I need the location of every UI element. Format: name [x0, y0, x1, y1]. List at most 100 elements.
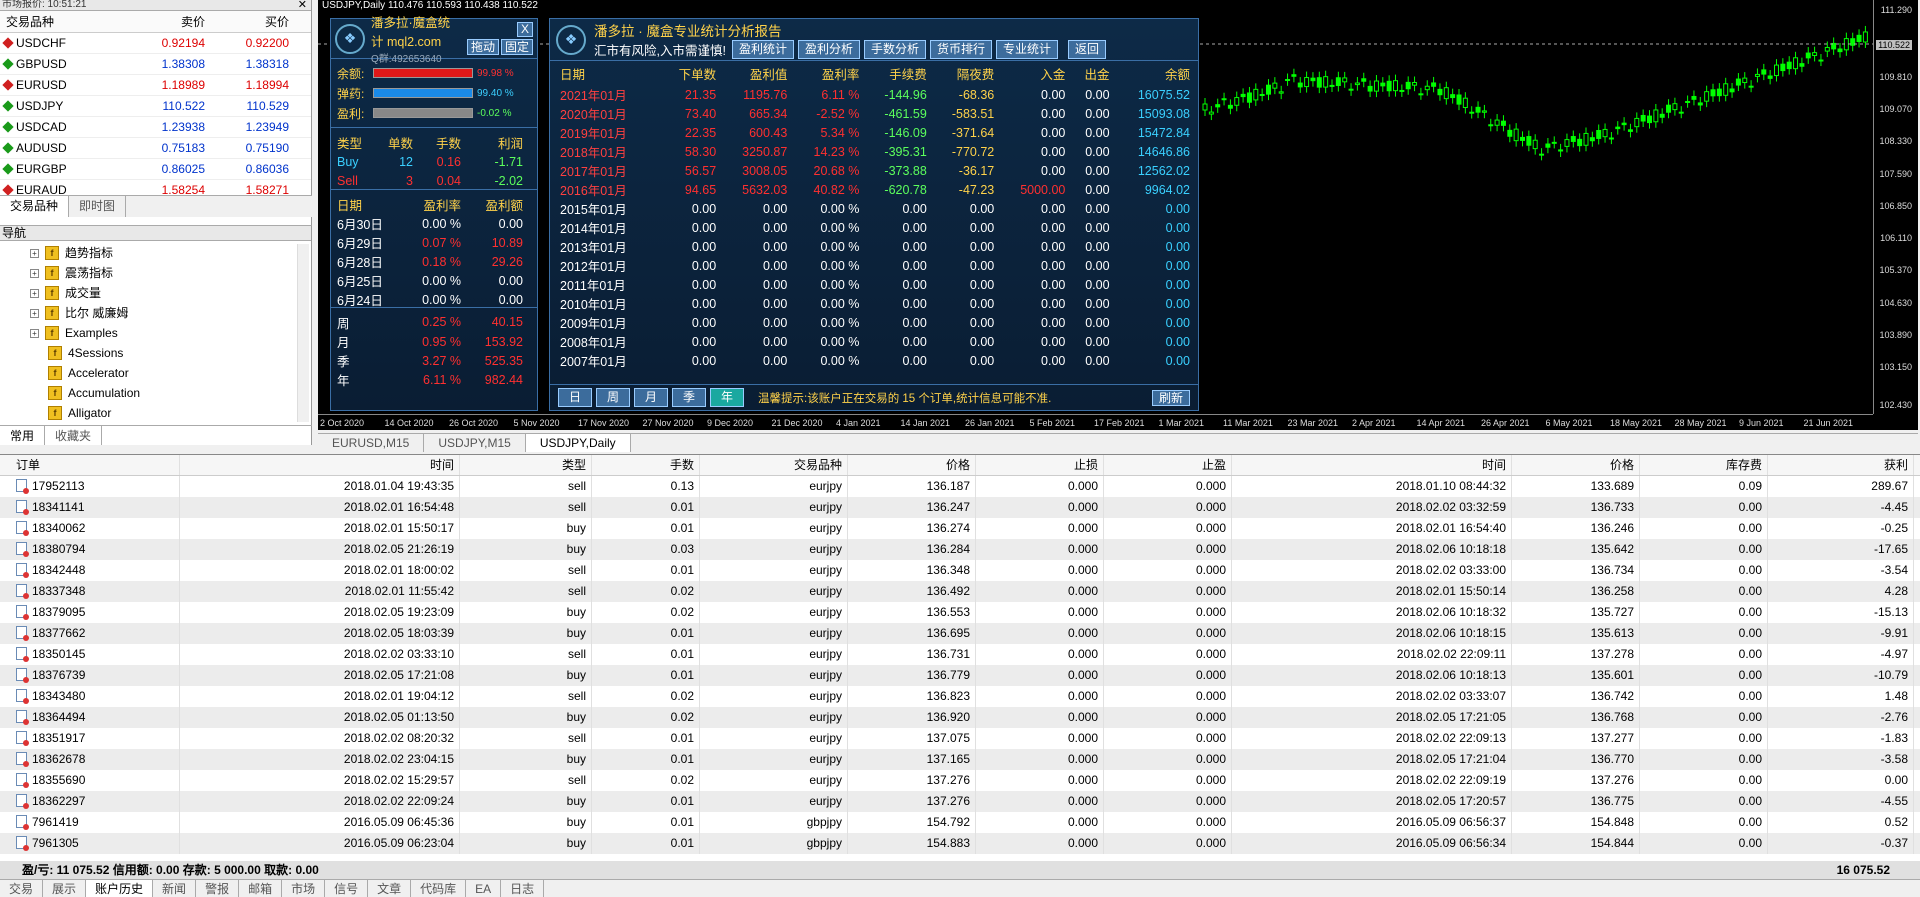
- navigator-item[interactable]: f 4Sessions: [0, 343, 311, 363]
- navigator-item[interactable]: + f 成交量: [0, 283, 311, 303]
- table-cell: 0.01: [592, 644, 700, 665]
- terminal-tab[interactable]: 文章: [368, 880, 412, 897]
- table-row[interactable]: 18379095 2018.02.05 19:23:09 buy 0.02 eurjpy…: [0, 602, 1920, 623]
- table-row[interactable]: 18364494 2018.02.05 01:13:50 buy 0.02 eurjpy…: [0, 707, 1920, 728]
- table-row[interactable]: 18350145 2018.02.02 03:33:10 sell 0.01 eurjp…: [0, 644, 1920, 665]
- terminal-tab[interactable]: 新闻: [153, 880, 197, 897]
- column-header[interactable]: 获利: [1768, 455, 1914, 475]
- table-cell: 0.00: [498, 216, 523, 231]
- col-symbol[interactable]: 交易品种: [0, 11, 124, 32]
- table-row[interactable]: 18380794 2018.02.05 21:26:19 buy 0.03 eurjpy…: [0, 539, 1920, 560]
- list-item[interactable]: GBPUSD 1.38308 1.38318: [0, 54, 311, 75]
- column-header[interactable]: 价格: [848, 455, 976, 475]
- chart-tab[interactable]: EURUSD,M15: [318, 434, 425, 452]
- period-tab[interactable]: 周: [596, 388, 630, 407]
- table-row[interactable]: 18355690 2018.02.02 15:29:57 sell 0.02 eurjp…: [0, 770, 1920, 791]
- terminal-tab[interactable]: 信号: [325, 880, 369, 897]
- column-header[interactable]: 止损: [976, 455, 1104, 475]
- column-header[interactable]: 库存费: [1640, 455, 1768, 475]
- navigator-item[interactable]: f Accumulation: [0, 383, 311, 403]
- report-button[interactable]: 盈利分析: [797, 40, 860, 59]
- expand-icon[interactable]: +: [30, 268, 39, 278]
- column-header[interactable]: 止盈: [1104, 455, 1232, 475]
- table-cell: 135.601: [1512, 665, 1640, 686]
- table-row[interactable]: 18362297 2018.02.02 22:09:24 buy 0.01 eurjpy…: [0, 791, 1920, 812]
- navigator-item[interactable]: f Accelerator: [0, 363, 311, 383]
- tab-symbols[interactable]: 交易品种: [0, 196, 70, 217]
- expand-icon[interactable]: +: [30, 288, 39, 298]
- report-button[interactable]: 盈利统计: [731, 40, 794, 59]
- drag-button[interactable]: 拖动: [466, 39, 499, 55]
- table-row[interactable]: 18343480 2018.02.01 19:04:12 sell 0.02 eurjp…: [0, 686, 1920, 707]
- terminal-tab[interactable]: 市场: [282, 880, 326, 897]
- stats-mini-panel[interactable]: ❖ 潘多拉·魔盒统计 mql2.com Q群:492653640 X 拖动 固定 …: [330, 16, 538, 411]
- tab-favorites[interactable]: 收藏夹: [45, 426, 103, 445]
- date-tick: 1 Mar 2021: [1158, 418, 1205, 428]
- close-icon[interactable]: ✕: [298, 0, 307, 11]
- period-tab[interactable]: 月: [634, 388, 668, 407]
- period-tab[interactable]: 年: [710, 388, 744, 407]
- table-cell: 0.00: [1640, 770, 1768, 791]
- list-item[interactable]: USDJPY 110.522 110.529: [0, 96, 311, 117]
- terminal-tab[interactable]: 展示: [43, 880, 87, 897]
- table-cell: 0.00 %: [820, 315, 860, 330]
- list-item[interactable]: EURUSD 1.18989 1.18994: [0, 75, 311, 96]
- report-panel[interactable]: ❖ 潘多拉 · 魔盒专业统计分析报告 汇市有风险,入市需谨慎! 盈利统计 盈利分析…: [549, 18, 1199, 411]
- terminal-tab[interactable]: 账户历史: [86, 880, 154, 897]
- table-row[interactable]: 17952113 2018.01.04 19:43:35 sell 0.13 eurjp…: [0, 476, 1920, 497]
- terminal-tab[interactable]: 交易: [0, 880, 44, 897]
- navigator-title: 导航: [0, 226, 311, 241]
- table-row[interactable]: 18340062 2018.02.01 15:50:17 buy 0.01 eurjpy…: [0, 518, 1920, 539]
- table-row[interactable]: 18362678 2018.02.02 23:04:15 buy 0.01 eurjpy…: [0, 749, 1920, 770]
- chart-tab[interactable]: USDJPY,Daily: [525, 434, 631, 452]
- column-header[interactable]: 价格: [1512, 455, 1640, 475]
- report-button[interactable]: 手数分析: [863, 40, 926, 59]
- period-tab[interactable]: 日: [558, 388, 592, 407]
- report-button[interactable]: 专业统计: [996, 40, 1059, 59]
- navigator-item[interactable]: + f 比尔 威廉姆: [0, 303, 311, 323]
- column-header[interactable]: 时间: [1232, 455, 1512, 475]
- period-tab[interactable]: 季: [672, 388, 706, 407]
- terminal-tab[interactable]: 代码库: [411, 880, 467, 897]
- list-item[interactable]: USDCAD 1.23938 1.23949: [0, 117, 311, 138]
- col-bid[interactable]: 卖价: [124, 11, 208, 32]
- arrow-up-icon: [2, 163, 14, 175]
- navigator-item[interactable]: + f Examples: [0, 323, 311, 343]
- terminal-tab[interactable]: 日志: [501, 880, 545, 897]
- terminal-tab[interactable]: 邮箱: [239, 880, 283, 897]
- navigator-item[interactable]: + f 趋势指标: [0, 243, 311, 263]
- fix-button[interactable]: 固定: [500, 39, 533, 55]
- close-button[interactable]: X: [516, 22, 533, 37]
- table-row[interactable]: 18342448 2018.02.01 18:00:02 sell 0.01 eurjp…: [0, 560, 1920, 581]
- column-header[interactable]: 手数: [592, 455, 700, 475]
- expand-icon[interactable]: +: [30, 248, 39, 258]
- list-item[interactable]: EURGBP 0.86025 0.86036: [0, 159, 311, 180]
- refresh-button[interactable]: 刷新: [1151, 389, 1190, 406]
- column-header[interactable]: 订单: [0, 455, 180, 475]
- tab-common[interactable]: 常用: [0, 426, 46, 445]
- table-row[interactable]: 18351917 2018.02.02 08:20:32 sell 0.01 eurjp…: [0, 728, 1920, 749]
- navigator-item[interactable]: + f 震荡指标: [0, 263, 311, 283]
- chart-tab[interactable]: USDJPY,M15: [424, 434, 526, 452]
- col-ask[interactable]: 买价: [208, 11, 292, 32]
- table-row[interactable]: 7961419 2016.05.09 06:45:36 buy 0.01 gbpjpy 1…: [0, 812, 1920, 833]
- column-header[interactable]: 交易品种: [700, 455, 848, 475]
- report-button[interactable]: 货币排行: [930, 40, 993, 59]
- terminal-tab[interactable]: 警报: [196, 880, 240, 897]
- table-row[interactable]: 18341141 2018.02.01 16:54:48 sell 0.01 eurjp…: [0, 497, 1920, 518]
- table-row[interactable]: 18376739 2018.02.05 17:21:08 buy 0.01 eurjpy…: [0, 665, 1920, 686]
- table-row[interactable]: 7961305 2016.05.09 06:23:04 buy 0.01 gbpjpy 1…: [0, 833, 1920, 854]
- table-row[interactable]: 18377662 2018.02.05 18:03:39 buy 0.01 eurjpy…: [0, 623, 1920, 644]
- report-button[interactable]: 返回: [1068, 40, 1107, 59]
- list-item[interactable]: USDCHF 0.92194 0.92200: [0, 33, 311, 54]
- navigator-scrollbar[interactable]: [297, 244, 309, 422]
- table-row[interactable]: 18337348 2018.02.01 11:55:42 sell 0.02 eurjp…: [0, 581, 1920, 602]
- column-header[interactable]: 时间: [180, 455, 460, 475]
- terminal-tab[interactable]: EA: [466, 880, 502, 897]
- expand-icon[interactable]: +: [30, 328, 39, 338]
- expand-icon[interactable]: +: [30, 308, 39, 318]
- tab-tick-chart[interactable]: 即时图: [69, 196, 127, 217]
- column-header[interactable]: 类型: [460, 455, 592, 475]
- navigator-item[interactable]: f Alligator: [0, 403, 311, 423]
- list-item[interactable]: AUDUSD 0.75183 0.75190: [0, 138, 311, 159]
